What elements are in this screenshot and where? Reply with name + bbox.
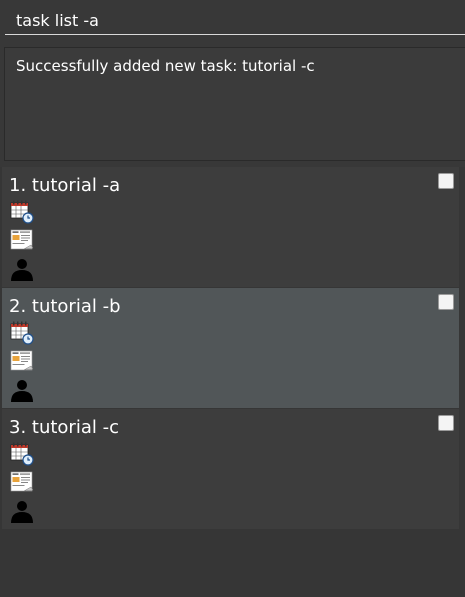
calendar-clock-icon <box>10 200 34 224</box>
calendar-clock-icon <box>10 442 34 466</box>
task-done-checkbox[interactable] <box>438 415 454 431</box>
result-message: Successfully added new task: tutorial -c <box>16 57 315 75</box>
task-list-panel[interactable]: 1. tutorial -a 2. tutorial -b 3. tutoria… <box>0 167 465 597</box>
document-icon <box>10 349 34 373</box>
task-done-checkbox[interactable] <box>438 173 454 189</box>
person-icon <box>10 257 34 281</box>
document-icon <box>10 228 34 252</box>
task-title: 1. tutorial -a <box>9 175 121 196</box>
task-card[interactable]: 2. tutorial -b <box>2 288 459 408</box>
calendar-clock-icon <box>10 321 34 345</box>
task-card[interactable]: 3. tutorial -c <box>2 409 459 529</box>
person-icon <box>10 378 34 402</box>
task-title: 3. tutorial -c <box>9 417 119 438</box>
command-box <box>5 0 465 35</box>
result-display: Successfully added new task: tutorial -c <box>4 47 465 161</box>
task-done-checkbox[interactable] <box>438 294 454 310</box>
person-icon <box>10 499 34 523</box>
command-input[interactable] <box>5 0 465 34</box>
task-card[interactable]: 1. tutorial -a <box>2 167 459 287</box>
document-icon <box>10 470 34 494</box>
task-title: 2. tutorial -b <box>9 296 121 317</box>
